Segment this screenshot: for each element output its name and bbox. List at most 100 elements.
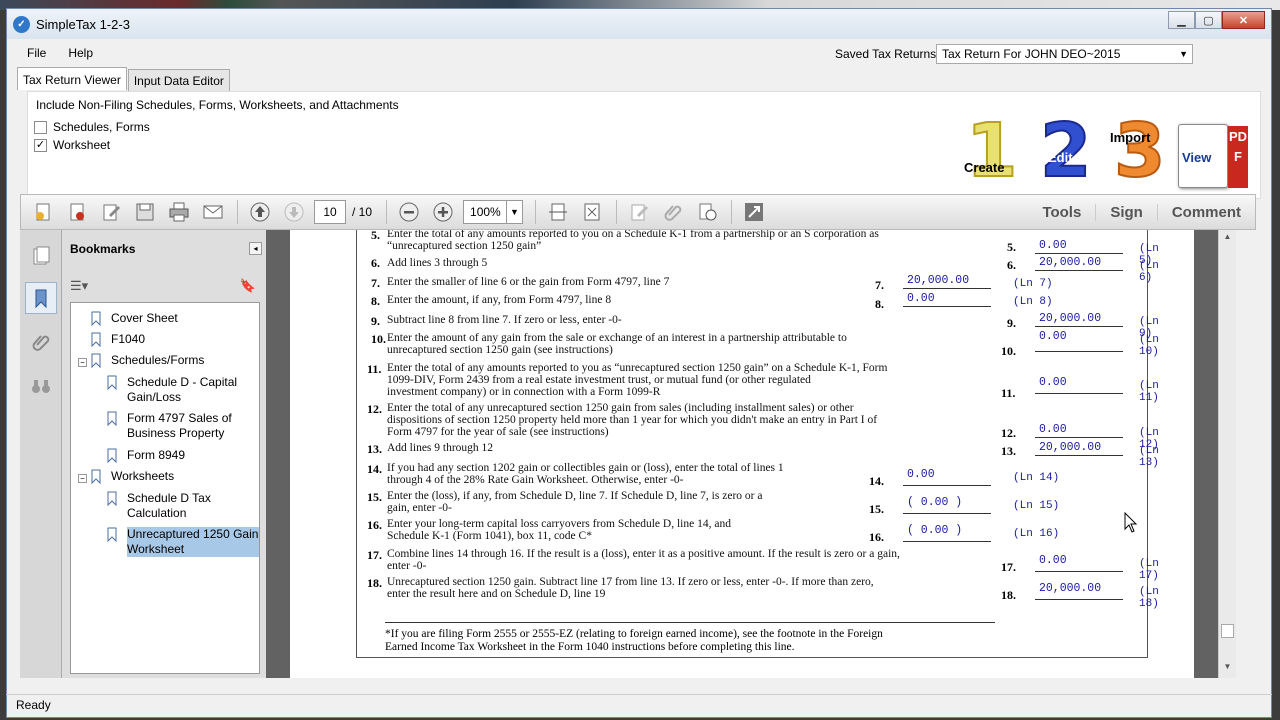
save-icon[interactable] [131, 199, 159, 225]
worksheet-body: 5. Enter the total of any amounts report… [356, 230, 1159, 658]
bookmark-schedule-d-tax-calc[interactable]: Schedule D Tax Calculation [107, 491, 257, 521]
page-thumbnails-icon[interactable] [25, 240, 57, 272]
line-label: 8. [875, 297, 884, 311]
zoom-value: 100% [470, 205, 501, 219]
line-18-value: 20,000.00 [1035, 582, 1123, 600]
line-16-value: ( 0.00 ) [903, 524, 991, 542]
bookmark-icon [107, 448, 117, 463]
line-number: 8. [371, 294, 380, 308]
line-12-value: 0.00 [1035, 423, 1123, 438]
attachments-icon[interactable] [25, 326, 57, 358]
bookmark-f1040[interactable]: F1040 [91, 332, 145, 347]
history-icon[interactable] [693, 199, 721, 225]
scroll-up-icon[interactable]: ▲ [1219, 232, 1236, 246]
line-label: 10. [1001, 344, 1016, 358]
line-text: Enter your long-term capital loss carryo… [387, 518, 731, 530]
status-text: Ready [16, 698, 51, 712]
checkbox-schedules-forms[interactable]: Schedules, Forms [34, 120, 150, 134]
menu-help[interactable]: Help [68, 46, 93, 60]
edit-button[interactable]: 2 Edit [1034, 111, 1100, 194]
line-6-value: 20,000.00 [1035, 256, 1123, 271]
zoom-out-icon[interactable] [395, 199, 423, 225]
chevron-down-icon[interactable]: ▼ [506, 201, 522, 223]
pdf-doc-icon[interactable] [63, 199, 91, 225]
view-label: View [1182, 150, 1212, 165]
bookmark-form-4797[interactable]: Form 4797 Sales of Business Property [107, 411, 257, 441]
bookmarks-panel-icon[interactable] [25, 282, 57, 314]
attach-icon[interactable] [659, 199, 687, 225]
maximize-button[interactable]: ▢ [1195, 11, 1222, 29]
sign-tab[interactable]: Sign [1095, 203, 1157, 221]
bookmark-schedules-forms[interactable]: Schedules/Forms [91, 353, 204, 368]
sign-pen-icon[interactable] [625, 199, 653, 225]
checkbox-box-checked[interactable]: ✓ [34, 138, 47, 152]
toolbar-divider [731, 200, 733, 224]
menu-file[interactable]: File [27, 46, 46, 60]
minimize-button[interactable]: ▁ [1168, 11, 1195, 29]
import-button[interactable]: 3 Import [1108, 111, 1174, 194]
page-down-icon[interactable] [280, 199, 308, 225]
import-number-icon: 3 [1113, 108, 1166, 194]
line-text: unrecaptured section 1250 gain (see inst… [387, 344, 613, 356]
bookmark-icon [91, 332, 101, 347]
search-binoculars-icon[interactable] [25, 370, 57, 402]
collapse-panel-icon[interactable]: ◂ [249, 242, 262, 255]
line-text: Enter the smaller of line 6 or the gain … [387, 276, 670, 288]
email-icon[interactable] [199, 199, 227, 225]
bookmark-unrecaptured-1250[interactable]: Unrecaptured 1250 Gain Worksheet [107, 527, 259, 557]
options-menu-icon[interactable]: ☰▾ [70, 278, 88, 294]
new-bookmark-icon[interactable]: 🔖 [240, 278, 256, 294]
bookmark-icon [107, 375, 117, 390]
tab-input-data-editor[interactable]: Input Data Editor [127, 69, 230, 91]
line-ref: (Ln 10) [1139, 334, 1159, 358]
fit-width-icon[interactable] [544, 199, 572, 225]
scroll-down-icon[interactable]: ▼ [1219, 662, 1236, 676]
print-icon[interactable] [165, 199, 193, 225]
checkbox-label: Worksheet [53, 138, 111, 152]
edit-doc-icon[interactable] [97, 199, 125, 225]
toolbar-divider [616, 200, 618, 224]
line-text: enter -0- [387, 560, 427, 572]
toolbar-right-tabs: Tools Sign Comment [1028, 195, 1255, 229]
saved-returns-select[interactable]: Tax Return For JOHN DEO~2015 ▼ [936, 44, 1193, 64]
close-button[interactable]: ✕ [1222, 11, 1265, 29]
line-text: Add lines 3 through 5 [387, 257, 488, 269]
line-label: 14. [869, 474, 884, 488]
bookmark-form-8949[interactable]: Form 8949 [107, 448, 185, 463]
bookmark-icon [107, 527, 117, 542]
checkbox-worksheet[interactable]: ✓ Worksheet [34, 138, 110, 152]
checkbox-box[interactable] [34, 120, 47, 134]
tools-tab[interactable]: Tools [1028, 204, 1095, 221]
line-9-value: 20,000.00 [1035, 312, 1123, 327]
bookmark-cover-sheet[interactable]: Cover Sheet [91, 311, 178, 326]
scroll-thumb[interactable] [1221, 624, 1234, 638]
document-scrollbar[interactable]: ▲ ▼ [1218, 230, 1236, 678]
fit-page-icon[interactable] [578, 199, 606, 225]
pdf-toolbar: 10 / 10 100% ▼ Tools Sign Comment [20, 194, 1256, 230]
page-number-input[interactable]: 10 [314, 200, 346, 224]
line-ref: (Ln 13) [1139, 445, 1159, 469]
expand-icon[interactable] [740, 199, 768, 225]
bookmark-schedule-d[interactable]: Schedule D - Capital Gain/Loss [107, 375, 257, 405]
create-pdf-icon[interactable] [29, 199, 57, 225]
comment-tab[interactable]: Comment [1156, 203, 1255, 221]
collapse-node-icon[interactable]: − [78, 474, 87, 483]
document-page: 5. Enter the total of any amounts report… [290, 230, 1194, 678]
line-label: 5. [1007, 240, 1016, 254]
app-icon: ✓ [13, 15, 30, 33]
zoom-select[interactable]: 100% ▼ [463, 200, 524, 224]
mouse-cursor-icon [1124, 512, 1138, 533]
footnote-line: Earned Income Tax Worksheet in the Form … [385, 640, 795, 653]
line-text: “unrecaptured section 1250 gain” [387, 240, 542, 252]
page-up-icon[interactable] [246, 199, 274, 225]
tab-tax-return-viewer[interactable]: Tax Return Viewer [17, 67, 127, 90]
line-text: Form 4797 for the year of sale (see inst… [387, 426, 609, 438]
line-label: 11. [1001, 386, 1016, 400]
line-label: 18. [1001, 588, 1016, 602]
create-button[interactable]: 1 Create [960, 111, 1026, 194]
bookmark-worksheets[interactable]: Worksheets [91, 469, 174, 484]
view-pdf-button[interactable]: View PDF [1178, 124, 1248, 190]
line-ref: (Ln 14) [1013, 472, 1060, 484]
collapse-node-icon[interactable]: − [78, 358, 87, 367]
zoom-in-icon[interactable] [429, 199, 457, 225]
